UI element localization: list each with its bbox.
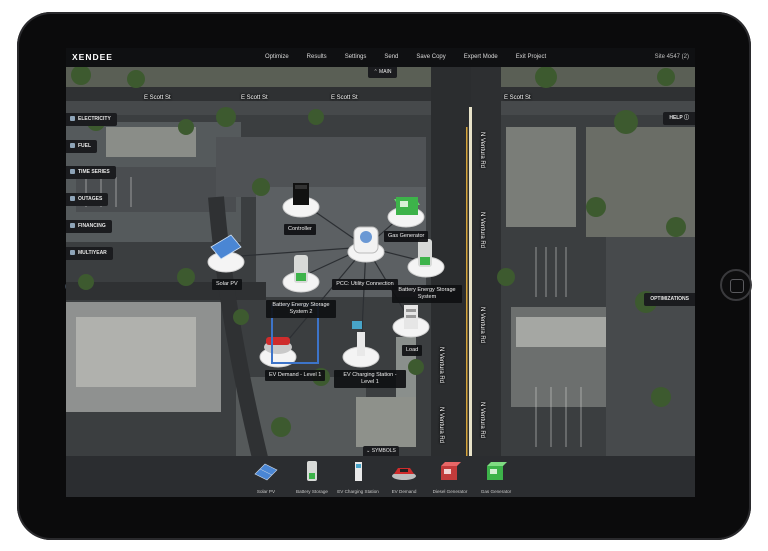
nav-expert-mode[interactable]: Expert Mode (455, 48, 507, 67)
solar-panel-icon (254, 463, 278, 481)
nav-results[interactable]: Results (298, 48, 336, 67)
bess1-node-icon (418, 239, 432, 267)
gas-generator-node-icon (394, 197, 420, 215)
node-label-gas-generator[interactable]: Gas Generator (384, 231, 429, 242)
symbol-diesel-generator[interactable]: Diesel Generator (427, 460, 473, 494)
app-screen: XENDEE Optimize Results Settings Send Sa… (66, 48, 695, 497)
panel-financing[interactable]: FINANCING (66, 220, 112, 233)
ev-charger-icon (355, 462, 362, 481)
symbols-tab[interactable]: ⌄ SYMBOLS (363, 446, 399, 456)
street-label: N Ventura Rd (479, 402, 485, 439)
node-label-load[interactable]: Load (402, 345, 423, 356)
financing-icon (70, 223, 75, 229)
symbol-battery-storage[interactable]: Battery Storage (289, 460, 335, 494)
symbol-ev-demand[interactable]: EV Demand (381, 460, 427, 494)
street-label: E Scott St (331, 95, 358, 101)
panel-electricity[interactable]: ELECTRICITY (66, 113, 117, 126)
panel-time-series[interactable]: TIME SERIES (66, 166, 116, 179)
node-label-bess1[interactable]: Battery Energy Storage System (392, 285, 462, 303)
tablet-home-button[interactable] (720, 269, 752, 301)
street-label: N Ventura Rd (479, 212, 485, 249)
help-button[interactable]: HELP ⓘ (663, 112, 695, 125)
nav-send[interactable]: Send (375, 48, 407, 67)
gas-generator-icon (487, 462, 507, 480)
node-label-pcc[interactable]: PCC: Utility Connection (332, 279, 398, 290)
top-nav: Optimize Results Settings Send Save Copy… (256, 48, 555, 67)
node-label-solar-pv[interactable]: Solar PV (212, 279, 242, 290)
pcc-node-icon (353, 226, 379, 254)
street-label: N Ventura Rd (438, 347, 444, 384)
nav-save-copy[interactable]: Save Copy (407, 48, 454, 67)
map-canvas[interactable]: E Scott St E Scott St E Scott St E Scott… (66, 67, 695, 462)
nav-optimize[interactable]: Optimize (256, 48, 298, 67)
street-label: N Ventura Rd (479, 307, 485, 344)
nav-exit-project[interactable]: Exit Project (507, 48, 555, 67)
node-label-bess2[interactable]: Battery Energy Storage System 2 (266, 300, 336, 318)
main-tab[interactable]: ⌃ MAIN (368, 67, 397, 78)
top-bar: XENDEE Optimize Results Settings Send Sa… (66, 48, 695, 67)
street-label: E Scott St (144, 95, 171, 101)
car-icon (392, 468, 416, 480)
bess2-node-icon (294, 255, 308, 283)
node-label-ev-station[interactable]: EV Charging Station - Level 1 (334, 370, 406, 388)
battery-icon (307, 461, 317, 481)
lightning-icon (70, 116, 75, 122)
street-label: E Scott St (241, 95, 268, 101)
calendar-icon (70, 250, 75, 256)
panel-multiyear[interactable]: MULTIYEAR (66, 247, 113, 260)
site-indicator: Site 4547 (2) (654, 54, 689, 60)
symbol-solar-pv[interactable]: Solar PV (243, 460, 289, 494)
app-logo: XENDEE (72, 52, 113, 62)
street-label: N Ventura Rd (438, 407, 444, 444)
clock-icon (70, 169, 75, 175)
fuel-icon (70, 143, 75, 149)
street-label: E Scott St (504, 95, 531, 101)
panel-outages[interactable]: OUTAGES (66, 193, 109, 206)
symbol-ev-charging-station[interactable]: EV Charging Station (335, 460, 381, 494)
outage-icon (70, 196, 75, 202)
load-node-icon (404, 305, 418, 329)
street-label: N Ventura Rd (479, 132, 485, 169)
controller-icon (293, 183, 309, 205)
symbols-tray: Solar PV Battery Storage EV Charging Sta… (66, 456, 695, 497)
satellite-map (66, 67, 695, 462)
nav-settings[interactable]: Settings (336, 48, 376, 67)
node-label-ev-demand[interactable]: EV Demand - Level 1 (265, 370, 326, 381)
optimizations-button[interactable]: OPTIMIZATIONS (644, 293, 695, 306)
node-label-controller[interactable]: Controller (284, 224, 316, 235)
diesel-generator-icon (441, 462, 461, 480)
symbol-gas-generator[interactable]: Gas Generator (473, 460, 519, 494)
panel-fuel[interactable]: FUEL (66, 140, 98, 153)
